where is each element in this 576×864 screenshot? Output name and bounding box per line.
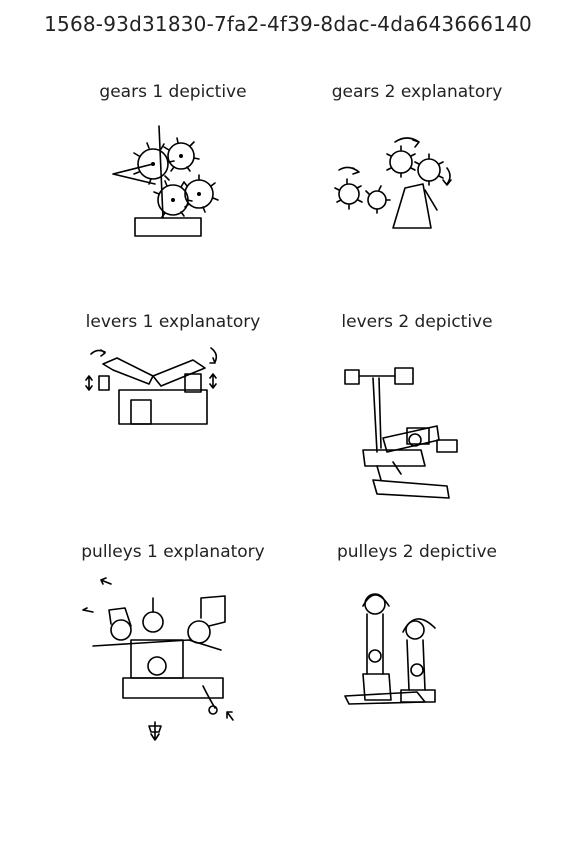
- panel-label: levers 1 explanatory: [85, 312, 261, 332]
- panel-label: pulleys 2 depictive: [336, 542, 498, 562]
- panel-label: gears 1 depictive: [99, 82, 247, 102]
- panel-pulleys-1-explanatory: pulleys 1 explanatory: [53, 542, 293, 762]
- panel-label: levers 2 depictive: [341, 312, 493, 332]
- pulleys-sketch-2: [344, 593, 436, 705]
- pulleys-sketch-1: [82, 577, 234, 741]
- panel-levers-1-explanatory: levers 1 explanatory: [53, 312, 293, 532]
- figure-title: 1568-93d31830-7fa2-4f39-8dac-4da64366614…: [44, 12, 532, 36]
- panel-gears-2-explanatory: gears 2 explanatory: [297, 82, 537, 302]
- levers-sketch-2: [344, 367, 458, 499]
- panel-label: gears 2 explanatory: [331, 82, 503, 102]
- panel-label: pulleys 1 explanatory: [81, 542, 265, 562]
- gears-sketch-2: [334, 137, 452, 229]
- gears-sketch-1: [112, 125, 219, 237]
- levers-sketch-1: [85, 347, 218, 425]
- panel-gears-1-depictive: gears 1 depictive: [53, 82, 293, 302]
- panel-pulleys-2-depictive: pulleys 2 depictive: [297, 542, 537, 762]
- panel-levers-2-depictive: levers 2 depictive: [297, 312, 537, 532]
